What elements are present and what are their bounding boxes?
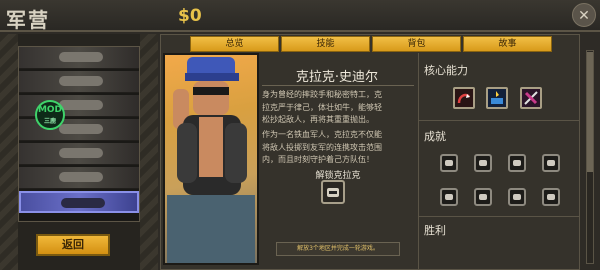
top-bar: 军营 $0 ✕ [0, 0, 600, 32]
tab-overview[interactable]: 总览 [190, 36, 279, 52]
mod-badge: MOD 三鹿 [35, 100, 65, 130]
roster-slot[interactable] [19, 167, 139, 189]
core-abilities-heading: 核心能力 [424, 64, 468, 77]
tab-skills[interactable]: 技能 [281, 36, 370, 52]
achievement-helmet-icon[interactable] [508, 188, 526, 206]
tab-story[interactable]: 故事 [463, 36, 552, 52]
page-title: 军营 [6, 8, 50, 32]
unlock-requirement: 解放3个地区并完成一轮游戏。 [276, 242, 400, 256]
achievements-heading: 成就 [424, 130, 446, 143]
divider [262, 85, 414, 86]
achievement-helmet-icon[interactable] [474, 188, 492, 206]
bio-paragraph-2: 作为一名铁血军人，克拉克不仅能 将敌人投掷到友军的连携攻击范围 内，而且时刻守护… [262, 130, 382, 164]
money-counter: $0 [178, 6, 202, 26]
grab-throw-icon[interactable] [453, 87, 475, 109]
close-button[interactable]: ✕ [572, 3, 596, 27]
achievement-helmet-icon[interactable] [440, 188, 458, 206]
close-icon: ✕ [578, 8, 590, 24]
achievement-helmet-icon[interactable] [508, 154, 526, 172]
hazard-stripe-left [0, 34, 18, 270]
character-roster [18, 46, 140, 222]
team-combo-icon[interactable] [486, 87, 508, 109]
hazard-stripe-right [140, 34, 158, 270]
roster-slot[interactable] [19, 47, 139, 69]
achievement-helmet-icon[interactable] [542, 188, 560, 206]
achievement-helmet-icon[interactable] [440, 154, 458, 172]
soldier-figure-icon [167, 57, 255, 263]
achievement-helmet-icon[interactable] [474, 154, 492, 172]
roster-slot[interactable] [19, 71, 139, 93]
locked-reward-icon[interactable] [321, 180, 345, 204]
guard-icon[interactable] [520, 87, 542, 109]
scrollbar-thumb[interactable] [587, 52, 593, 172]
bio-paragraph-1: 身为曾经的摔跤手和秘密特工，克 拉克严于律己，体壮如牛，能够轻 松抄起敌人，再将… [262, 90, 382, 124]
divider [418, 120, 580, 121]
roster-slot[interactable] [19, 143, 139, 165]
character-name: 克拉克·史迪尔 [295, 70, 379, 85]
wins-heading: 胜利 [424, 224, 446, 237]
roster-slot-selected[interactable] [19, 191, 139, 213]
achievement-helmet-icon[interactable] [542, 154, 560, 172]
character-portrait [163, 53, 259, 265]
tab-inventory[interactable]: 背包 [372, 36, 461, 52]
back-button[interactable]: 返回 [36, 234, 110, 256]
divider [418, 216, 580, 217]
